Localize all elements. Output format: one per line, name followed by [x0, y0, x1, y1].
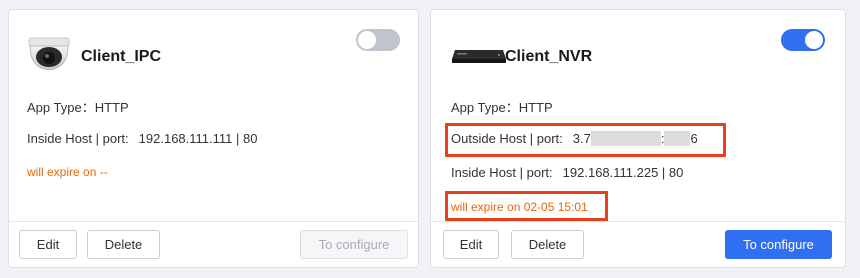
card-title: Client_NVR	[505, 48, 593, 65]
inside-host-value: 192.168.111.111 | 80	[138, 131, 258, 146]
app-type-value: HTTP	[94, 100, 129, 115]
inside-host-value: 192.168.111.225 | 80	[562, 165, 684, 180]
app-type-row: App Type：HTTP	[27, 97, 129, 116]
app-type-label: App Type：	[451, 100, 519, 115]
outside-host-value: 3.7:6	[572, 131, 698, 147]
card-divider	[9, 221, 418, 222]
nvr-recorder-icon	[451, 46, 507, 66]
enable-toggle[interactable]	[356, 29, 400, 51]
app-type-row: App Type：HTTP	[451, 97, 553, 116]
inside-host-label: Inside Host | port:	[451, 165, 553, 180]
inside-host-label: Inside Host | port:	[27, 131, 129, 146]
outside-host-row: Outside Host | port: 3.7:6	[451, 131, 698, 147]
outside-host-label: Outside Host | port:	[451, 131, 563, 146]
delete-button[interactable]: Delete	[511, 230, 584, 259]
inside-host-row: Inside Host | port: 192.168.111.225 | 80	[451, 165, 683, 180]
app-type-value: HTTP	[518, 100, 553, 115]
outside-host-ip-prefix: 3.7	[572, 131, 591, 146]
app-type-label: App Type：	[27, 100, 95, 115]
inside-host-row: Inside Host | port: 192.168.111.111 | 80	[27, 131, 257, 146]
expire-text: will expire on 02-05 15:01	[451, 200, 588, 214]
client-card-ipc: Client_IPC App Type：HTTP Inside Host | p…	[8, 9, 419, 268]
delete-button[interactable]: Delete	[87, 230, 160, 259]
expire-text: will expire on --	[27, 165, 108, 179]
card-divider	[431, 221, 845, 222]
edit-button[interactable]: Edit	[443, 230, 499, 259]
enable-toggle[interactable]	[781, 29, 825, 51]
to-configure-button[interactable]: To configure	[725, 230, 832, 259]
toggle-knob	[805, 31, 823, 49]
edit-button[interactable]: Edit	[19, 230, 77, 259]
toggle-knob	[358, 31, 376, 49]
masked-port-block	[664, 131, 691, 147]
card-title: Client_IPC	[81, 48, 162, 65]
to-configure-button[interactable]: To configure	[300, 230, 408, 259]
outside-host-port-suffix: 6	[690, 131, 698, 146]
dome-camera-icon	[23, 28, 75, 82]
masked-ip-block	[590, 131, 661, 147]
client-card-nvr: Client_NVR App Type：HTTP Outside Host | …	[430, 9, 846, 268]
